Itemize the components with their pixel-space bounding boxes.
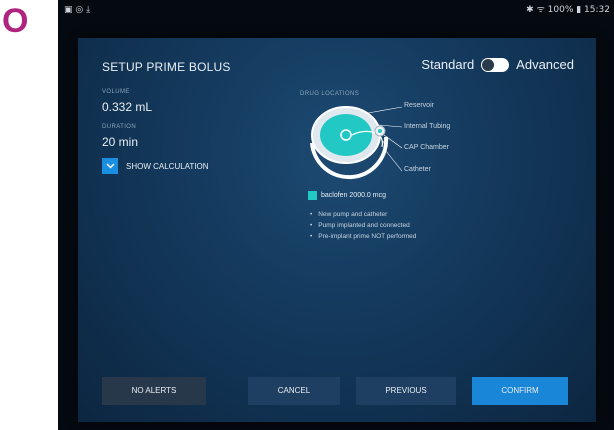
- cap-chamber-fill: [378, 129, 382, 133]
- dialog-title: SETUP PRIME BOLUS: [102, 60, 231, 74]
- chevron-down-icon: [102, 158, 118, 174]
- note-item: New pump and catheter: [310, 209, 416, 220]
- callout-line-reservoir: [367, 106, 403, 114]
- callout-reservoir: Reservoir: [404, 102, 434, 109]
- duration-label: DURATION: [102, 124, 137, 130]
- volume-label: VOLUME: [102, 89, 130, 95]
- mode-toggle[interactable]: [481, 57, 510, 72]
- corner-label: O: [2, 2, 29, 40]
- show-calculation-button[interactable]: SHOW CALCULATION: [102, 158, 209, 174]
- advanced-label[interactable]: Advanced: [516, 57, 574, 72]
- duration-value: 20 min: [102, 135, 139, 149]
- callout-line-catheter: [385, 150, 403, 172]
- setup-prime-bolus-dialog: SETUP PRIME BOLUS Standard Advanced VOLU…: [78, 38, 596, 422]
- no-alerts-button[interactable]: NO ALERTS: [102, 377, 206, 405]
- pump-diagram: [310, 106, 403, 180]
- standard-label[interactable]: Standard: [421, 57, 474, 72]
- drug-swatch: [308, 191, 317, 200]
- callout-cap-chamber: CAP Chamber: [404, 144, 450, 151]
- note-item: Pump implanted and connected: [310, 220, 416, 231]
- drug-text: baclofen 2000.0 mcg: [321, 192, 386, 199]
- drug-legend: baclofen 2000.0 mcg: [308, 191, 386, 200]
- volume-value: 0.332 mL: [102, 100, 153, 114]
- status-bar: ▣ ◎ ⤓ ✱ ᯤ 100% ▮ 15:32: [58, 0, 614, 20]
- confirm-button[interactable]: CONFIRM: [472, 377, 568, 405]
- note-item: Pre-implant prime NOT performed: [310, 231, 416, 242]
- previous-button[interactable]: PREVIOUS: [356, 377, 456, 405]
- show-calculation-label: SHOW CALCULATION: [126, 161, 209, 171]
- reservoir-shape: [320, 114, 372, 156]
- status-indicators: ✱ ᯤ 100% ▮ 15:32: [526, 5, 610, 15]
- callout-catheter: Catheter: [404, 166, 431, 173]
- cancel-button[interactable]: CANCEL: [248, 377, 340, 405]
- tablet-screen: ▣ ◎ ⤓ ✱ ᯤ 100% ▮ 15:32 SETUP PRIME BOLUS…: [58, 0, 614, 430]
- mode-switch: Standard Advanced: [421, 57, 574, 72]
- toggle-knob: [482, 58, 495, 71]
- status-icons: ▣ ◎ ⤓: [64, 5, 91, 15]
- callout-internal-tubing: Internal Tubing: [404, 123, 451, 130]
- prime-notes: New pump and catheter Pump implanted and…: [310, 209, 416, 242]
